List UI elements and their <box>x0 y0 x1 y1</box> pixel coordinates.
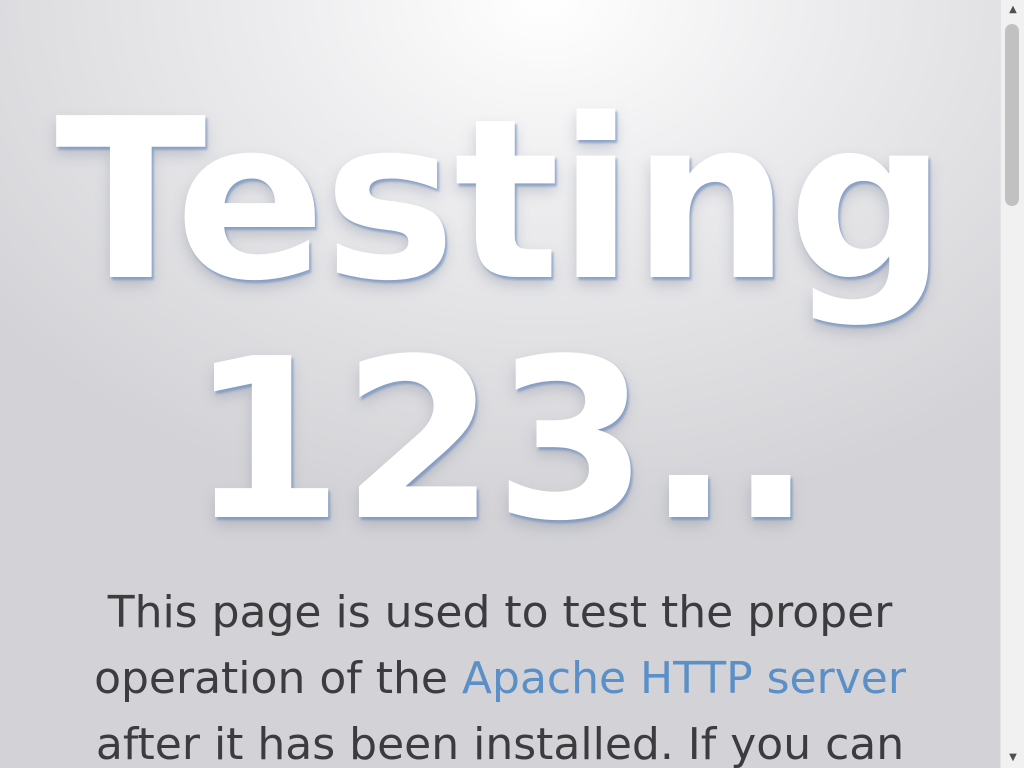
intro-paragraph: This page is used to test the proper ope… <box>0 580 1000 768</box>
intro-line-2-prefix: operation of the <box>94 653 462 704</box>
vertical-scrollbar[interactable]: ▲ ▼ <box>1000 0 1024 768</box>
scroll-up-arrow-icon[interactable]: ▲ <box>1001 0 1024 20</box>
hero-heading-line1: Testing <box>55 72 947 330</box>
apache-http-server-link[interactable]: Apache HTTP server <box>462 653 906 704</box>
scroll-down-arrow-icon[interactable]: ▼ <box>1001 748 1024 768</box>
scroll-thumb[interactable] <box>1005 24 1019 206</box>
intro-line-1: This page is used to test the proper <box>107 587 893 638</box>
intro-line-3: after it has been installed. If you can <box>95 719 905 768</box>
hero-heading-line2: 123.. <box>188 312 813 570</box>
intro-line-2: operation of the Apache HTTP server <box>0 646 1000 712</box>
page-viewport: Testing 123.. This page is used to test … <box>0 0 1000 768</box>
